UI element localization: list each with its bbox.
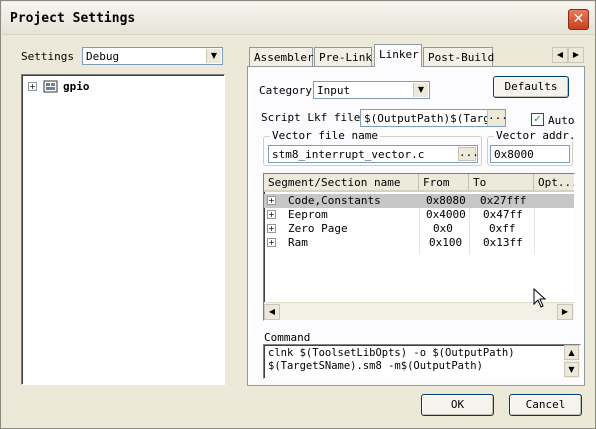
project-settings-dialog: Project Settings ✕ Settings Debug ▼ + gp…	[0, 0, 596, 429]
settings-label: Settings	[21, 50, 74, 63]
segment-to: 0x47ff	[483, 208, 523, 221]
scroll-down-button[interactable]: ▼	[564, 362, 579, 377]
cancel-button[interactable]: Cancel	[509, 394, 582, 416]
vertical-scrollbar[interactable]: ▲ ▼	[564, 345, 580, 378]
chevron-down-icon[interactable]: ▼	[413, 83, 428, 97]
command-line: clnk $(ToolsetLibOpts) -o $(OutputPath)	[268, 347, 515, 359]
cancel-button-label: Cancel	[525, 398, 566, 411]
linker-panel: Category Input ▼ Defaults Script Lkf fil…	[247, 66, 585, 386]
segment-from: 0x8080	[426, 194, 466, 207]
scroll-up-button[interactable]: ▲	[564, 345, 579, 360]
arrow-down-icon: ▼	[568, 365, 575, 374]
column-segment-name[interactable]: Segment/Section name	[264, 174, 419, 192]
tab-pre-link[interactable]: Pre-Link	[314, 47, 372, 66]
command-line: $(TargetSName).sm8 -m$(OutputPath)	[268, 360, 483, 372]
segment-name: Ram	[288, 236, 308, 249]
arrow-up-icon: ▲	[568, 348, 575, 357]
script-lkf-label: Script Lkf file	[261, 111, 361, 124]
tab-label: Assembler	[254, 51, 314, 64]
segment-name: Zero Page	[288, 222, 348, 235]
close-icon: ✕	[572, 11, 585, 27]
tree-node-gpio[interactable]: gpio	[63, 80, 90, 93]
segment-from: 0x4000	[426, 208, 466, 221]
row-expand-icon[interactable]: +	[267, 224, 276, 233]
segment-from: 0x100	[429, 236, 463, 249]
column-from[interactable]: From	[419, 174, 469, 192]
vector-file-browse-button[interactable]: ...	[458, 147, 479, 161]
script-lkf-field[interactable]: $(OutputPath)$(TargetSN ...	[360, 109, 508, 127]
vector-addr-value: 0x8000	[494, 148, 534, 161]
arrow-right-icon: ▶	[572, 50, 580, 59]
scroll-right-button[interactable]: ▶	[557, 304, 573, 320]
column-opt[interactable]: Opt...	[534, 174, 574, 192]
vector-addr-field[interactable]: 0x8000	[490, 145, 570, 163]
category-value: Input	[317, 84, 351, 97]
vector-file-title: Vector file name	[270, 129, 380, 142]
defaults-button-label: Defaults	[504, 80, 558, 93]
project-tree[interactable]: + gpio	[21, 74, 225, 385]
segment-name: Eeprom	[288, 208, 328, 221]
auto-label: Auto	[548, 114, 575, 127]
vector-file-value: stm8_interrupt_vector.c	[272, 148, 425, 161]
vector-file-field[interactable]: stm8_interrupt_vector.c ...	[268, 145, 479, 163]
category-label: Category	[259, 84, 312, 97]
tab-linker[interactable]: Linker	[374, 44, 422, 67]
segment-to: 0x13ff	[483, 236, 523, 249]
vector-addr-title: Vector addr.	[494, 129, 578, 142]
scroll-left-button[interactable]: ◀	[264, 304, 280, 320]
settings-dropdown[interactable]: Debug ▼	[82, 47, 223, 65]
title-bar[interactable]: Project Settings ✕	[2, 2, 594, 35]
script-browse-button[interactable]: ...	[487, 110, 508, 126]
settings-value: Debug	[86, 50, 120, 63]
row-expand-icon[interactable]: +	[267, 196, 276, 205]
row-expand-icon[interactable]: +	[267, 210, 276, 219]
table-row[interactable]: + Ram 0x100 0x13ff	[264, 236, 574, 250]
script-lkf-value: $(OutputPath)$(TargetSN	[364, 112, 490, 125]
arrow-left-icon: ◀	[556, 50, 564, 59]
tab-label: Post-Build	[428, 51, 495, 64]
ok-button[interactable]: OK	[421, 394, 494, 416]
defaults-button[interactable]: Defaults	[493, 76, 569, 98]
tab-scroll-left-button[interactable]: ◀	[552, 47, 568, 63]
segments-list[interactable]: Segment/Section name From To Opt... + Co…	[263, 173, 575, 321]
project-icon	[43, 80, 58, 93]
horizontal-scrollbar[interactable]: ◀ ▶	[264, 302, 574, 320]
segment-from: 0x0	[433, 222, 453, 235]
table-row[interactable]: + Eeprom 0x4000 0x47ff	[264, 208, 574, 222]
command-textarea[interactable]: clnk $(ToolsetLibOpts) -o $(OutputPath) …	[263, 344, 581, 379]
tree-expand-icon[interactable]: +	[28, 82, 37, 91]
arrow-right-icon: ▶	[561, 307, 569, 316]
segment-to: 0xff	[489, 222, 516, 235]
arrow-left-icon: ◀	[268, 307, 276, 316]
column-to[interactable]: To	[469, 174, 534, 192]
tab-assembler[interactable]: Assembler	[249, 47, 314, 66]
segment-to: 0x27fff	[480, 194, 527, 207]
close-button[interactable]: ✕	[568, 9, 589, 30]
table-row[interactable]: + Zero Page 0x0 0xff	[264, 222, 574, 236]
tab-post-build[interactable]: Post-Build	[423, 47, 495, 66]
window-title: Project Settings	[10, 11, 136, 26]
segment-name: Code,Constants	[288, 194, 381, 207]
auto-checkbox[interactable]: ✓	[531, 113, 544, 126]
mouse-cursor-icon	[533, 288, 547, 308]
table-row[interactable]: + Code,Constants 0x8080 0x27fff	[264, 194, 574, 208]
tab-scroll-right-button[interactable]: ▶	[568, 47, 584, 63]
category-dropdown[interactable]: Input ▼	[313, 81, 430, 99]
row-expand-icon[interactable]: +	[267, 238, 276, 247]
chevron-down-icon[interactable]: ▼	[206, 49, 221, 63]
ok-button-label: OK	[450, 398, 465, 411]
tab-label: Pre-Link	[319, 51, 372, 64]
command-label: Command	[264, 331, 311, 344]
check-icon: ✓	[533, 114, 542, 125]
tab-label: Linker	[379, 48, 419, 61]
